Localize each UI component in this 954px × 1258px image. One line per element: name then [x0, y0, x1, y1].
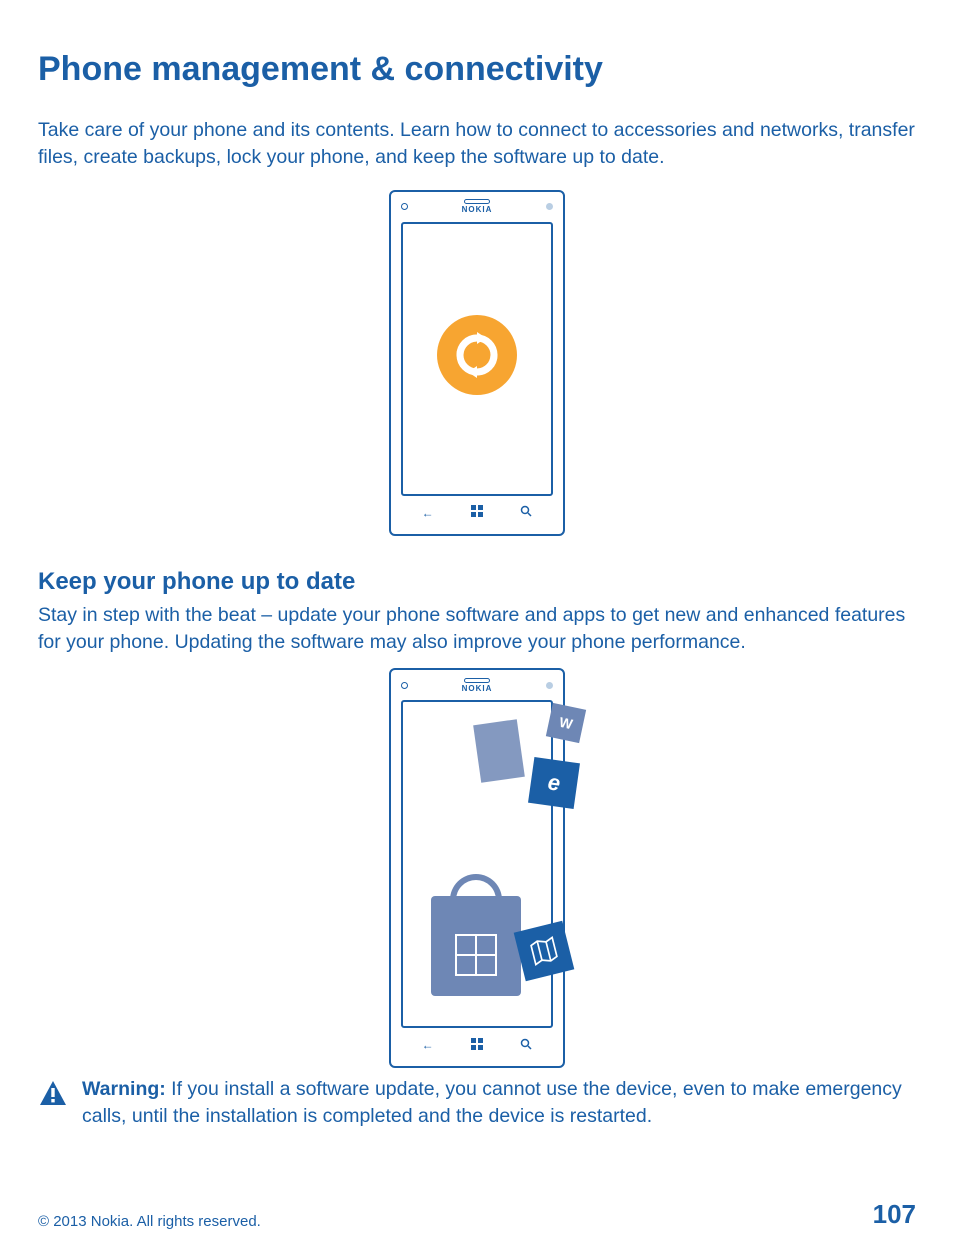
section-heading: Keep your phone up to date	[38, 568, 916, 596]
page-number: 107	[873, 1199, 916, 1230]
copyright: © 2013 Nokia. All rights reserved.	[38, 1213, 261, 1230]
windows-icon	[471, 1038, 483, 1053]
search-icon	[520, 505, 532, 520]
phone-screen	[401, 222, 553, 496]
camera-icon	[401, 682, 408, 689]
app-tile-generic-icon	[473, 719, 525, 783]
warning-icon	[38, 1078, 68, 1108]
windows-logo-icon	[455, 934, 497, 976]
phone-frame: NOKIA ←	[389, 190, 565, 536]
app-tile-maps-icon	[514, 921, 575, 982]
intro-paragraph: Take care of your phone and its contents…	[38, 117, 916, 172]
speaker-icon	[464, 199, 490, 204]
app-tile-word-icon: W	[546, 703, 586, 743]
warning-text: Warning: If you install a software updat…	[82, 1076, 916, 1131]
phone-brand: NOKIA	[408, 684, 546, 693]
sensor-icon	[546, 203, 553, 210]
store-bag-icon	[431, 896, 521, 996]
warning-block: Warning: If you install a software updat…	[38, 1076, 916, 1131]
section-paragraph: Stay in step with the beat – update your…	[38, 602, 916, 657]
back-icon: ←	[422, 506, 434, 520]
speaker-icon	[464, 678, 490, 683]
back-icon: ←	[422, 1038, 434, 1052]
phone-brand: NOKIA	[408, 205, 546, 214]
sensor-icon	[546, 682, 553, 689]
windows-icon	[471, 505, 483, 520]
figure-sync-phone: NOKIA ←	[38, 190, 916, 536]
app-tile-ie-icon: e	[528, 757, 580, 809]
camera-icon	[401, 203, 408, 210]
phone-screen: W e	[401, 700, 553, 1028]
warning-body: If you install a software update, you ca…	[82, 1078, 902, 1127]
sync-icon	[437, 315, 517, 395]
phone-frame: NOKIA W e ←	[389, 668, 565, 1068]
search-icon	[520, 1038, 532, 1053]
figure-apps-phone: NOKIA W e ←	[38, 668, 916, 1068]
warning-label: Warning:	[82, 1078, 166, 1100]
page-footer: © 2013 Nokia. All rights reserved. 107	[38, 1199, 916, 1230]
page-title: Phone management & connectivity	[38, 50, 916, 89]
